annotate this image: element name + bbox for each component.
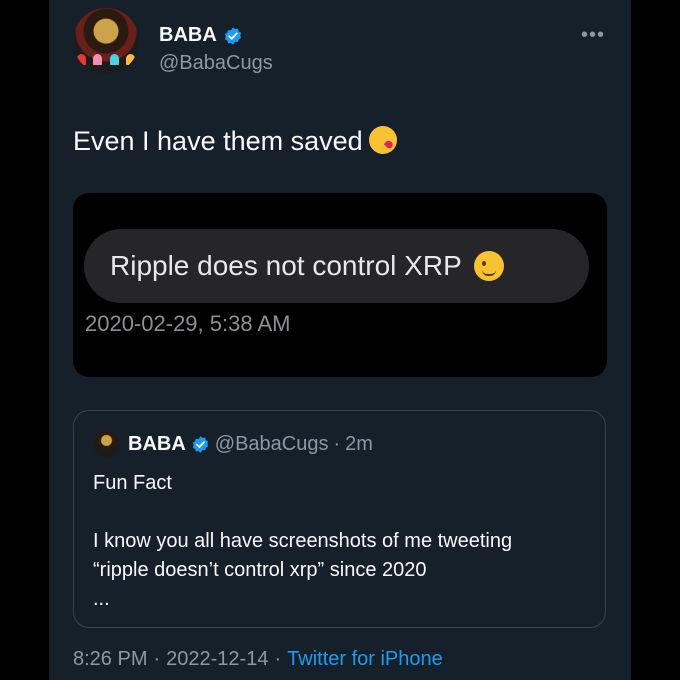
tweet-footer: 8:26 PM · 2022-12-14 · Twitter for iPhon… (73, 648, 443, 671)
tweet-image[interactable]: Ripple does not control XRP 2020-02-29, … (73, 193, 607, 377)
tweet-text: Even I have them saved (73, 126, 363, 156)
verified-badge-icon (224, 26, 241, 45)
avatar-ghosts (77, 54, 135, 68)
quoted-tweet-text: Fun Fact I know you all have screenshots… (93, 472, 513, 610)
message-bubble: Ripple does not control XRP (84, 229, 589, 303)
quoted-avatar (93, 431, 120, 458)
author-handle[interactable]: @BabaCugs (159, 52, 273, 75)
footer-separator: · (153, 648, 161, 670)
tweet-text-row: Even I have them saved (73, 124, 397, 158)
tweet-card: BABA @BabaCugs ••• Even I have them save… (49, 0, 631, 680)
tweet-time[interactable]: 8:26 PM (73, 648, 147, 671)
winking-face-emoji-icon (473, 251, 504, 281)
tweet-source-link[interactable]: Twitter for iPhone (287, 648, 443, 671)
quoted-author-handle: @BabaCugs (214, 433, 329, 455)
footer-separator: · (274, 648, 282, 670)
quoted-author-name: BABA (128, 433, 186, 455)
author-name[interactable]: BABA (159, 24, 217, 47)
message-text: Ripple does not control XRP (110, 250, 462, 281)
message-timestamp: 2020-02-29, 5:38 AM (85, 311, 291, 336)
avatar[interactable] (73, 8, 139, 74)
kissing-heart-emoji-icon (368, 126, 397, 154)
author-name-row[interactable]: BABA (159, 24, 243, 47)
quoted-header: BABA @BabaCugs · 2m (128, 433, 373, 456)
quoted-time-ago: 2m (345, 433, 373, 455)
quoted-separator: · (333, 433, 341, 455)
tweet-date[interactable]: 2022-12-14 (166, 648, 268, 671)
quoted-tweet[interactable]: BABA @BabaCugs · 2m Fun Fact I know you … (73, 410, 606, 628)
more-options-icon[interactable]: ••• (581, 24, 605, 47)
quoted-verified-badge-icon (192, 436, 208, 453)
